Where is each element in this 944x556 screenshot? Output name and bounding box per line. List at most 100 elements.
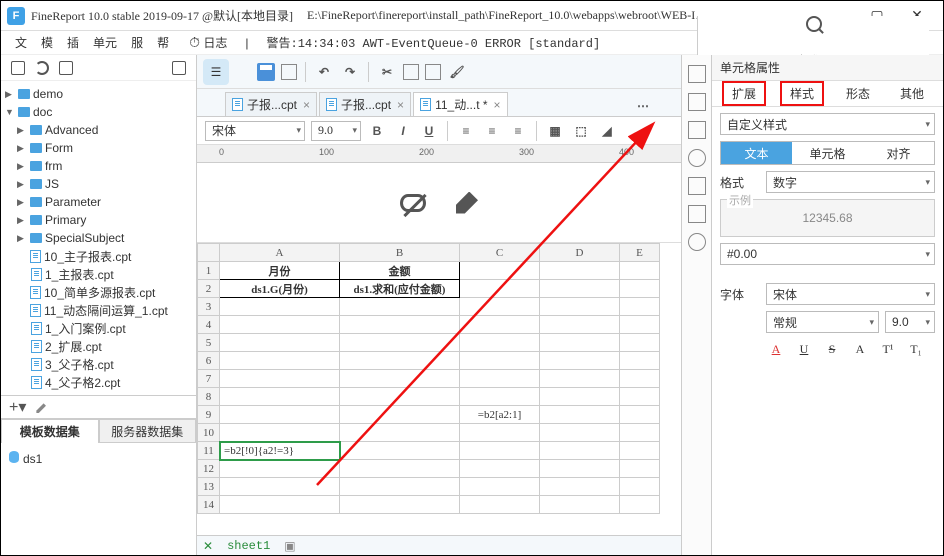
hide-param-icon[interactable] <box>400 194 426 212</box>
tree-folder[interactable]: ▶frm <box>1 157 196 175</box>
strike-icon[interactable]: S <box>822 339 842 359</box>
link-icon[interactable] <box>688 233 706 251</box>
log-label[interactable]: ⏱ 日志 <box>189 34 227 51</box>
doc-tab[interactable]: 子报...cpt× <box>225 92 317 116</box>
fill-color-button[interactable]: ◢ <box>597 121 617 141</box>
tree-folder-doc[interactable]: ▼doc <box>1 103 196 121</box>
new-file-icon[interactable] <box>11 61 25 75</box>
tab-form[interactable]: 形态 <box>838 83 878 104</box>
tree-folder-demo[interactable]: ▶demo <box>1 85 196 103</box>
cell-c9[interactable]: =b2[a2:1] <box>460 406 540 424</box>
edit-param-icon[interactable] <box>456 192 478 214</box>
font-size-select2[interactable]: 9.0 <box>885 311 935 333</box>
cell-b2[interactable]: ds1.求和(应付金额) <box>340 280 460 298</box>
underline-button[interactable]: U <box>419 121 439 141</box>
cell-a11-selected[interactable]: =b2[!0]{a2!=3} <box>220 442 340 460</box>
tree-folder[interactable]: ▶SpecialSubject <box>1 229 196 247</box>
font-family-select2[interactable]: 宋体 <box>766 283 935 305</box>
font-color-icon[interactable]: A <box>766 339 786 359</box>
condition-icon[interactable] <box>688 121 706 139</box>
tab-overflow-icon[interactable]: ⋯ <box>633 96 653 116</box>
align-left-button[interactable]: ≡ <box>456 121 476 141</box>
doc-tab[interactable]: 子报...cpt× <box>319 92 411 116</box>
doc-tab-active[interactable]: 11_动...t *× <box>413 92 508 116</box>
undo-button[interactable]: ↶ <box>314 62 334 82</box>
tree-file[interactable]: 1_入门案例.cpt <box>1 319 196 337</box>
format-select[interactable]: 数字 <box>766 171 935 193</box>
tab-style[interactable]: 样式 <box>780 81 824 106</box>
hyperlink-icon[interactable] <box>688 149 706 167</box>
copy-dataset-icon[interactable] <box>80 401 92 413</box>
add-dataset-button[interactable]: +▾ <box>9 397 26 417</box>
template-dataset-tab[interactable]: 模板数据集 <box>1 419 99 443</box>
bold-button[interactable]: B <box>367 121 387 141</box>
tree-file[interactable]: 10_主子报表.cpt <box>1 247 196 265</box>
format-code-select[interactable]: #0.00 <box>720 243 935 265</box>
edit-dataset-icon[interactable] <box>36 401 48 413</box>
tree-file[interactable]: 3_父子格.cpt <box>1 355 196 373</box>
menu-file[interactable]: 文 <box>15 34 27 51</box>
menu-cell[interactable]: 单元 <box>93 34 117 51</box>
tree-folder[interactable]: ▶Advanced <box>1 121 196 139</box>
widget-icon[interactable] <box>688 93 706 111</box>
align-right-button[interactable]: ≡ <box>508 121 528 141</box>
underline-icon[interactable]: U <box>794 339 814 359</box>
superscript-icon[interactable]: T¹ <box>878 339 898 359</box>
tree-folder[interactable]: ▶Parameter <box>1 193 196 211</box>
cell-a1[interactable]: 月份 <box>220 262 340 280</box>
merge-button[interactable]: ⬚ <box>571 121 591 141</box>
sheet-tab[interactable]: sheet1 <box>219 539 278 553</box>
collapse-panel-icon[interactable] <box>172 61 186 75</box>
save-as-icon[interactable] <box>281 64 297 80</box>
close-tab-icon[interactable]: × <box>397 98 404 112</box>
subscript-icon[interactable]: T₁ <box>906 339 926 359</box>
tree-file[interactable]: 4_父子格2.cpt <box>1 373 196 391</box>
border-button[interactable]: ▦ <box>545 121 565 141</box>
close-tab-icon[interactable]: × <box>494 98 501 112</box>
folder-open-icon[interactable] <box>59 61 73 75</box>
menu-server[interactable]: 服 <box>131 34 143 51</box>
font-weight-select[interactable]: 常规 <box>766 311 879 333</box>
tab-expand[interactable]: 扩展 <box>722 81 766 106</box>
redo-button[interactable]: ↷ <box>340 62 360 82</box>
preview-button[interactable]: ☰ <box>203 59 229 85</box>
search-icon[interactable] <box>806 16 822 32</box>
close-tab-icon[interactable]: × <box>303 98 310 112</box>
server-dataset-tab[interactable]: 服务器数据集 <box>99 419 197 443</box>
present-icon[interactable] <box>688 205 706 223</box>
paste-button[interactable] <box>425 64 441 80</box>
cut-button[interactable]: ✂ <box>377 62 397 82</box>
seg-align[interactable]: 对齐 <box>863 142 934 164</box>
tree-folder[interactable]: ▶Primary <box>1 211 196 229</box>
tree-file[interactable]: 1_主报表.cpt <box>1 265 196 283</box>
shadow-icon[interactable]: A <box>850 339 870 359</box>
font-family-select[interactable]: 宋体 <box>205 121 305 141</box>
dataset-item[interactable]: ds1 <box>9 451 188 466</box>
font-size-select[interactable]: 9.0 <box>311 121 361 141</box>
add-sheet-icon[interactable]: ▣ <box>284 539 295 553</box>
italic-button[interactable]: I <box>393 121 413 141</box>
tree-folder[interactable]: ▶JS <box>1 175 196 193</box>
cell-props-icon[interactable] <box>688 65 706 83</box>
sheet-grid[interactable]: ABCDE 1月份金额 2ds1.G(月份)ds1.求和(应付金额) 3 4 5… <box>197 243 681 535</box>
menu-insert[interactable]: 插 <box>67 34 79 51</box>
crop-icon[interactable] <box>688 177 706 195</box>
seg-text[interactable]: 文本 <box>721 142 792 164</box>
copy-button[interactable] <box>403 64 419 80</box>
align-center-button[interactable]: ≡ <box>482 121 502 141</box>
tree-file[interactable]: 11_动态隔间运算_1.cpt <box>1 301 196 319</box>
cell-b1[interactable]: 金额 <box>340 262 460 280</box>
seg-cell[interactable]: 单元格 <box>792 142 863 164</box>
tree-folder[interactable]: ▶Form <box>1 139 196 157</box>
save-button[interactable] <box>257 63 275 81</box>
menu-template[interactable]: 模 <box>41 34 53 51</box>
tab-other[interactable]: 其他 <box>892 83 932 104</box>
refresh-icon[interactable] <box>35 61 49 75</box>
tree-file[interactable]: 2_扩展.cpt <box>1 337 196 355</box>
cell-a2[interactable]: ds1.G(月份) <box>220 280 340 298</box>
style-type-select[interactable]: 自定义样式 <box>720 113 935 135</box>
tree-file[interactable]: 10_简单多源报表.cpt <box>1 283 196 301</box>
delete-dataset-icon[interactable] <box>58 401 70 413</box>
menu-help[interactable]: 帮 <box>157 34 169 51</box>
format-painter-button[interactable]: 🖌 <box>447 62 467 82</box>
